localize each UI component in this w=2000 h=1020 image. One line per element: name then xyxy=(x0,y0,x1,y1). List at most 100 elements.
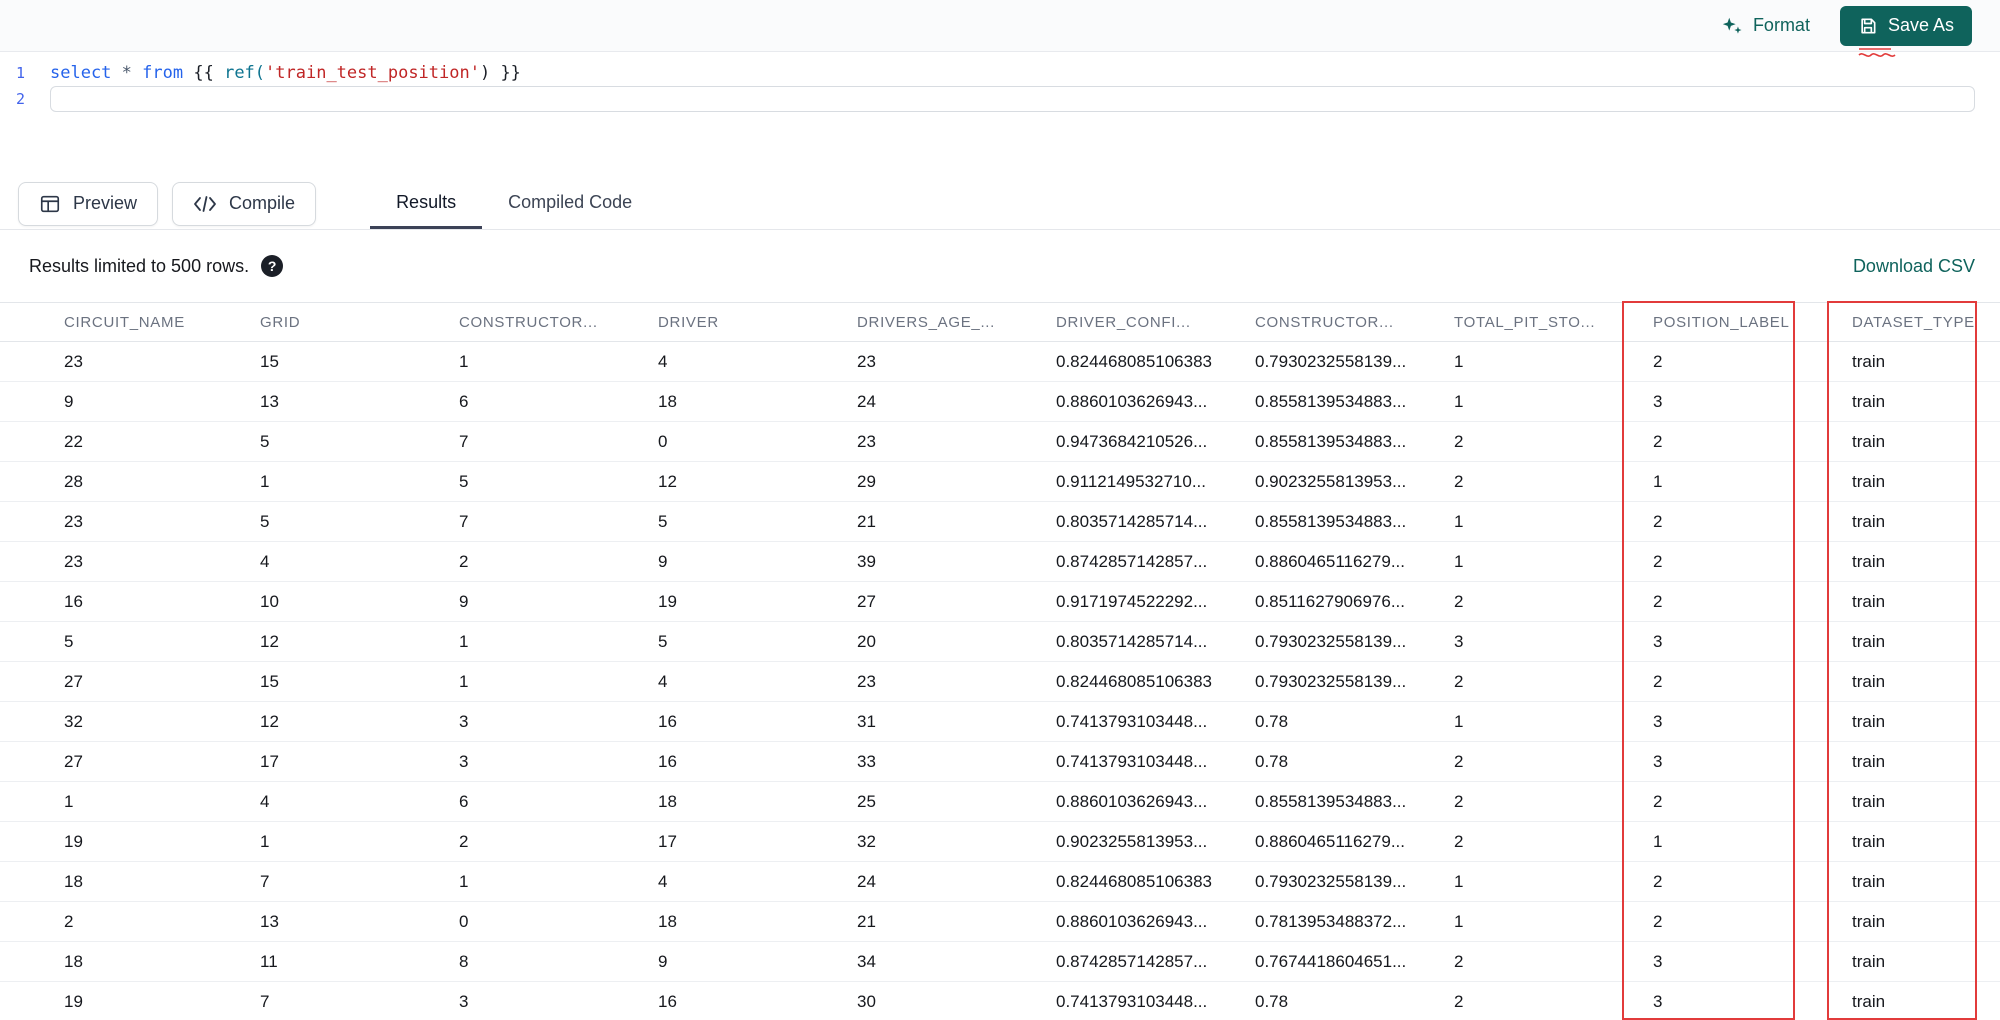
code-token: * xyxy=(121,63,132,83)
table-cell: 16 xyxy=(658,991,677,1011)
table-cell: train xyxy=(1852,831,1886,851)
table-cell: 17 xyxy=(658,831,677,851)
table-cell: 4 xyxy=(658,671,668,691)
table-cell: 5 xyxy=(64,631,74,651)
table-cell: 0.78 xyxy=(1255,751,1289,771)
column-header: DATASET_TYPE xyxy=(1852,313,1975,331)
table-row: 9 13 6 18 24 0.8860103626943... 0.855813953488… xyxy=(0,382,2000,422)
table-cell: 3 xyxy=(1454,631,1464,651)
tab-results[interactable]: Results xyxy=(370,178,483,229)
table-row: 23 15 1 4 23 0.824468085106383 0.7930232558139… xyxy=(0,342,2000,382)
table-cell: 17 xyxy=(260,751,279,771)
column-header: CONSTRUCTOR... xyxy=(459,313,598,331)
table-row: 19 1 2 17 32 0.9023255813953... 0.886046511627… xyxy=(0,822,2000,862)
column-header: GRID xyxy=(260,313,301,331)
save-as-button[interactable]: Save As xyxy=(1839,5,1972,46)
table-cell: 3 xyxy=(1653,711,1663,731)
column-header: POSITION_LABEL xyxy=(1653,313,1790,331)
table-cell: 2 xyxy=(1454,991,1464,1011)
table-cell: 2 xyxy=(459,551,469,571)
compile-button-label: Compile xyxy=(229,193,296,213)
table-cell: 0 xyxy=(459,911,469,931)
table-row: 1 4 6 18 25 0.8860103626943... 0.8558139534883… xyxy=(0,782,2000,822)
table-cell: 1 xyxy=(1653,831,1663,851)
table-cell: train xyxy=(1852,351,1886,371)
table-cell: 0.7413793103448... xyxy=(1056,711,1208,731)
table-cell: 2 xyxy=(1653,431,1663,451)
table-cell: 3 xyxy=(459,711,469,731)
table-cell: 0.78 xyxy=(1255,711,1289,731)
table-cell: 0.7674418604651... xyxy=(1255,951,1407,971)
table-cell: 12 xyxy=(260,711,279,731)
help-icon[interactable]: ? xyxy=(261,255,284,277)
table-cell: train xyxy=(1852,431,1886,451)
table-cell: 16 xyxy=(658,751,677,771)
table-cell: 27 xyxy=(64,751,83,771)
table-cell: 1 xyxy=(459,631,469,651)
table-cell: 6 xyxy=(459,791,469,811)
table-cell: 18 xyxy=(658,791,677,811)
table-cell: 1 xyxy=(64,791,74,811)
table-cell: 2 xyxy=(1454,431,1464,451)
results-limit-text: Results limited to 500 rows. xyxy=(29,255,250,276)
line-number: 1 xyxy=(15,64,25,82)
table-cell: 0.9473684210526... xyxy=(1056,431,1208,451)
table-cell: 1 xyxy=(459,871,469,891)
column-header: TOTAL_PIT_STO... xyxy=(1454,313,1596,331)
dbt-ide-page: Format Save As 1 select * from {{ ref('t… xyxy=(0,0,2000,1020)
table-cell: 1 xyxy=(260,831,270,851)
table-cell: 0.9023255813953... xyxy=(1056,831,1208,851)
table-cell: 5 xyxy=(260,511,270,531)
format-button[interactable]: Format xyxy=(1721,15,1810,37)
table-cell: 23 xyxy=(64,551,83,571)
table-cell: 5 xyxy=(260,431,270,451)
tab-compiled-code[interactable]: Compiled Code xyxy=(482,178,658,229)
table-cell: 0.7930232558139... xyxy=(1255,671,1407,691)
compile-button[interactable]: Compile xyxy=(172,181,317,226)
table-cell: 2 xyxy=(1454,751,1464,771)
action-bar: Preview Compile Results Compiled Code xyxy=(0,178,2000,230)
table-row: 28 1 5 12 29 0.9112149532710... 0.902325581395… xyxy=(0,462,2000,502)
table-cell: 3 xyxy=(459,751,469,771)
table-row: 32 12 3 16 31 0.7413793103448... 0.78 1 3 train xyxy=(0,702,2000,742)
table-row: 18 11 8 9 34 0.8742857142857... 0.767441860465… xyxy=(0,942,2000,982)
preview-button[interactable]: Preview xyxy=(18,181,159,226)
table-row: 27 15 1 4 23 0.824468085106383 0.7930232558139… xyxy=(0,662,2000,702)
table-row: 27 17 3 16 33 0.7413793103448... 0.78 2 3 train xyxy=(0,742,2000,782)
table-cell: 2 xyxy=(1653,511,1663,531)
table-cell: 32 xyxy=(857,831,876,851)
save-as-button-label: Save As xyxy=(1887,15,1954,35)
download-csv-link[interactable]: Download CSV xyxy=(1853,256,1975,277)
code-token: ref( xyxy=(224,63,266,83)
active-line-highlight[interactable] xyxy=(50,86,1975,112)
table-cell: train xyxy=(1852,791,1886,811)
table-cell: 2 xyxy=(459,831,469,851)
table-cell: 5 xyxy=(658,631,668,651)
table-cell: 31 xyxy=(857,711,876,731)
table-cell: 2 xyxy=(1454,591,1464,611)
code-token: from xyxy=(142,63,184,83)
table-cell: 0.8860103626943... xyxy=(1056,391,1208,411)
table-cell: train xyxy=(1852,631,1886,651)
table-cell: 15 xyxy=(260,351,279,371)
table-cell: 8 xyxy=(459,951,469,971)
table-cell: 1 xyxy=(1454,391,1464,411)
table-cell: 19 xyxy=(658,591,677,611)
table-cell: 0.8860103626943... xyxy=(1056,911,1208,931)
table-cell: 18 xyxy=(64,871,83,891)
table-grid-icon xyxy=(39,193,61,215)
table-cell: 2 xyxy=(1454,671,1464,691)
table-cell: 4 xyxy=(260,551,270,571)
results-table: CIRCUIT_NAME GRID CONSTRUCTOR... DRIVER DRIV… xyxy=(0,302,2000,1020)
table-cell: 5 xyxy=(658,511,668,531)
table-cell: 1 xyxy=(459,351,469,371)
table-cell: 1 xyxy=(1653,471,1663,491)
table-cell: 0.7930232558139... xyxy=(1255,871,1407,891)
table-cell: 1 xyxy=(459,671,469,691)
sql-editor[interactable]: 1 select * from {{ ref('train_test_posit… xyxy=(0,52,2000,178)
table-cell: 2 xyxy=(1653,591,1663,611)
code-token: {{ xyxy=(183,63,225,83)
table-cell: 1 xyxy=(1454,911,1464,931)
table-cell: 7 xyxy=(260,991,270,1011)
